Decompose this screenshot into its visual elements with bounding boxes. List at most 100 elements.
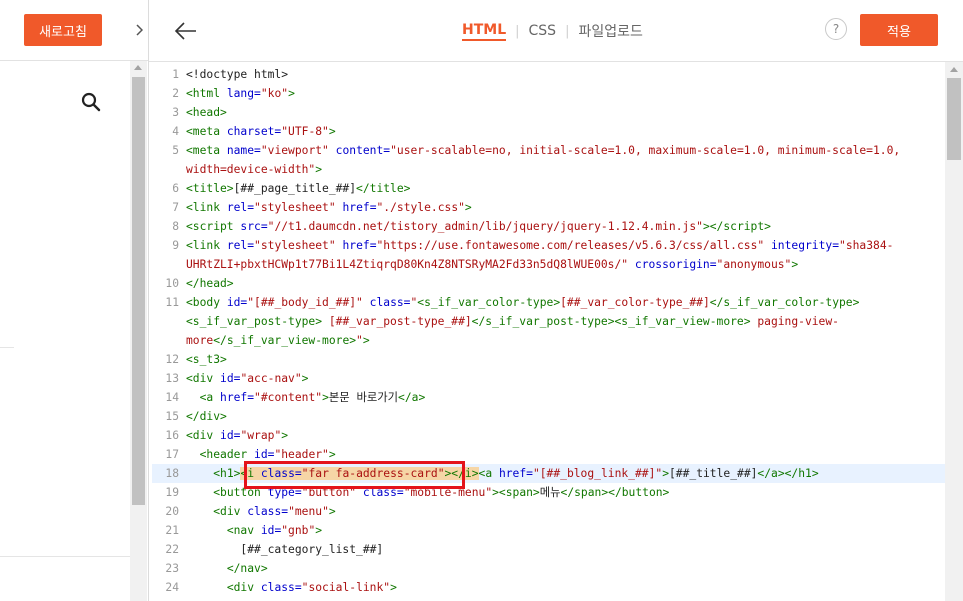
divider [0,60,150,61]
code-line[interactable]: 24 <div class="social-link"> [152,578,945,597]
line-number: 10 [165,277,179,290]
code-text[interactable]: </head> [186,274,234,293]
code-line[interactable]: 16 <div id="wrap"> [152,426,945,445]
code-text[interactable]: <div id="wrap"> [186,426,288,445]
code-text[interactable]: <button type="button" class="mobile-menu… [186,483,669,502]
scroll-up-arrow-icon[interactable] [134,65,142,70]
code-text[interactable]: <link rel="stylesheet" href="./style.css… [186,198,472,217]
code-line[interactable]: 23 </nav> [152,559,945,578]
code-line[interactable]: 1 <!doctype html> [152,65,945,84]
code-lines[interactable]: 1 <!doctype html> 2 <html lang="ko"> 3 <head>… [152,65,945,597]
tab-separator: | [565,23,570,39]
editor-tabs: HTML | CSS | 파일업로드 [462,21,643,41]
code-text[interactable]: <a href="#content">본문 바로가기</a> [186,388,426,407]
code-line[interactable]: 20 <div class="menu"> [152,502,945,521]
code-text[interactable]: </nav> [186,559,268,578]
line-number: 4 [172,125,179,138]
code-text[interactable]: <nav id="gnb"> [186,521,322,540]
editor-header: HTML | CSS | 파일업로드 ? 적용 [149,0,963,62]
code-line[interactable]: 21 <nav id="gnb"> [152,521,945,540]
code-text[interactable]: <body id="[##_body_id_##]" class="<s_if_… [186,293,859,312]
editor-scrollbar[interactable] [945,62,963,601]
code-line[interactable]: <s_if_var_post-type> [##_var_post-type_#… [152,312,945,331]
code-text[interactable]: [##_category_list_##] [186,540,383,559]
line-number: 12 [165,353,179,366]
line-number: 15 [165,410,179,423]
code-line[interactable]: 15 </div> [152,407,945,426]
code-line[interactable]: more</s_if_var_view-more>"> [152,331,945,350]
help-button[interactable]: ? [825,18,847,40]
preview-scrollbar[interactable] [130,61,147,601]
code-text[interactable]: <meta charset="UTF-8"> [186,122,336,141]
code-text[interactable]: <s_if_var_post-type> [##_var_post-type_#… [186,312,839,331]
line-number: 17 [165,448,179,461]
code-line[interactable]: UHRtZLI+pbxtHCWp1t77Bi1L4ZtiqrqD80Kn4Z8N… [152,255,945,274]
code-line[interactable]: 17 <header id="header"> [152,445,945,464]
code-text[interactable]: <div class="social-link"> [186,578,397,597]
code-line[interactable]: 8 <script src="//t1.daumcdn.net/tistory_a… [152,217,945,236]
code-line[interactable]: 13 <div id="acc-nav"> [152,369,945,388]
code-text[interactable]: <!doctype html> [186,65,288,84]
line-number: 22 [165,543,179,556]
line-number: 11 [165,296,179,309]
code-line[interactable]: 12 <s_t3> [152,350,945,369]
scrollbar-thumb[interactable] [947,78,961,160]
code-text[interactable]: more</s_if_var_view-more>"> [186,331,370,350]
collapse-panel-button[interactable] [130,0,148,60]
code-editor[interactable]: 1 <!doctype html> 2 <html lang="ko"> 3 <head>… [152,62,945,601]
tab-file-upload[interactable]: 파일업로드 [578,21,642,41]
code-text[interactable]: <h1><i class="far fa-address-card"></i><… [186,464,819,483]
line-number: 7 [172,201,179,214]
code-line[interactable]: 5 <meta name="viewport" content="user-sca… [152,141,945,160]
code-line[interactable]: 9 <link rel="stylesheet" href="https://us… [152,236,945,255]
code-text[interactable]: <meta name="viewport" content="user-scal… [186,141,900,160]
code-text[interactable]: <s_t3> [186,350,227,369]
code-text[interactable]: <div class="menu"> [186,502,335,521]
code-line[interactable]: 7 <link rel="stylesheet" href="./style.cs… [152,198,945,217]
code-text[interactable]: <head> [186,103,227,122]
code-text[interactable]: UHRtZLI+pbxtHCWp1t77Bi1L4ZtiqrqD80Kn4Z8N… [186,255,798,274]
divider [0,347,14,348]
code-line[interactable]: 11 <body id="[##_body_id_##]" class="<s_i… [152,293,945,312]
code-text[interactable]: <link rel="stylesheet" href="https://use… [186,236,893,255]
code-line[interactable]: 19 <button type="button" class="mobile-m… [152,483,945,502]
code-text[interactable]: <div id="acc-nav"> [186,369,308,388]
line-number: 1 [172,68,179,81]
tab-css[interactable]: CSS [529,23,557,39]
line-number: 6 [172,182,179,195]
line-number: 21 [165,524,179,537]
code-text[interactable]: <title>[##_page_title_##]</title> [186,179,410,198]
tab-html[interactable]: HTML [462,22,507,41]
code-line[interactable]: 14 <a href="#content">본문 바로가기</a> [152,388,945,407]
line-number: 2 [172,87,179,100]
line-number: 9 [172,239,179,252]
code-line[interactable]: 3 <head> [152,103,945,122]
code-line[interactable]: 6 <title>[##_page_title_##]</title> [152,179,945,198]
tab-separator: | [515,23,520,39]
code-text[interactable]: <html lang="ko"> [186,84,295,103]
code-line[interactable]: 2 <html lang="ko"> [152,84,945,103]
search-icon[interactable] [81,92,101,112]
code-line[interactable]: 4 <meta charset="UTF-8"> [152,122,945,141]
line-number: 19 [165,486,179,499]
chevron-right-icon [136,24,143,36]
scroll-up-arrow-icon[interactable] [950,67,958,72]
code-text[interactable]: <header id="header"> [186,445,336,464]
refresh-button[interactable]: 새로고침 [24,14,102,46]
code-text[interactable]: </div> [186,407,227,426]
line-number: 14 [165,391,179,404]
back-arrow-icon[interactable] [173,18,199,44]
code-line[interactable]: 10 </head> [152,274,945,293]
line-number: 18 [165,467,179,480]
scrollbar-thumb[interactable] [132,77,145,505]
code-text[interactable]: width=device-width"> [186,160,322,179]
apply-button[interactable]: 적용 [860,14,938,46]
code-line[interactable]: 18 <h1><i class="far fa-address-card"></… [152,464,945,483]
code-line[interactable]: 22 [##_category_list_##] [152,540,945,559]
line-number: 3 [172,106,179,119]
code-text[interactable]: <script src="//t1.daumcdn.net/tistory_ad… [186,217,771,236]
line-number: 24 [165,581,179,594]
line-number: 16 [165,429,179,442]
code-line[interactable]: width=device-width"> [152,160,945,179]
line-number: 13 [165,372,179,385]
